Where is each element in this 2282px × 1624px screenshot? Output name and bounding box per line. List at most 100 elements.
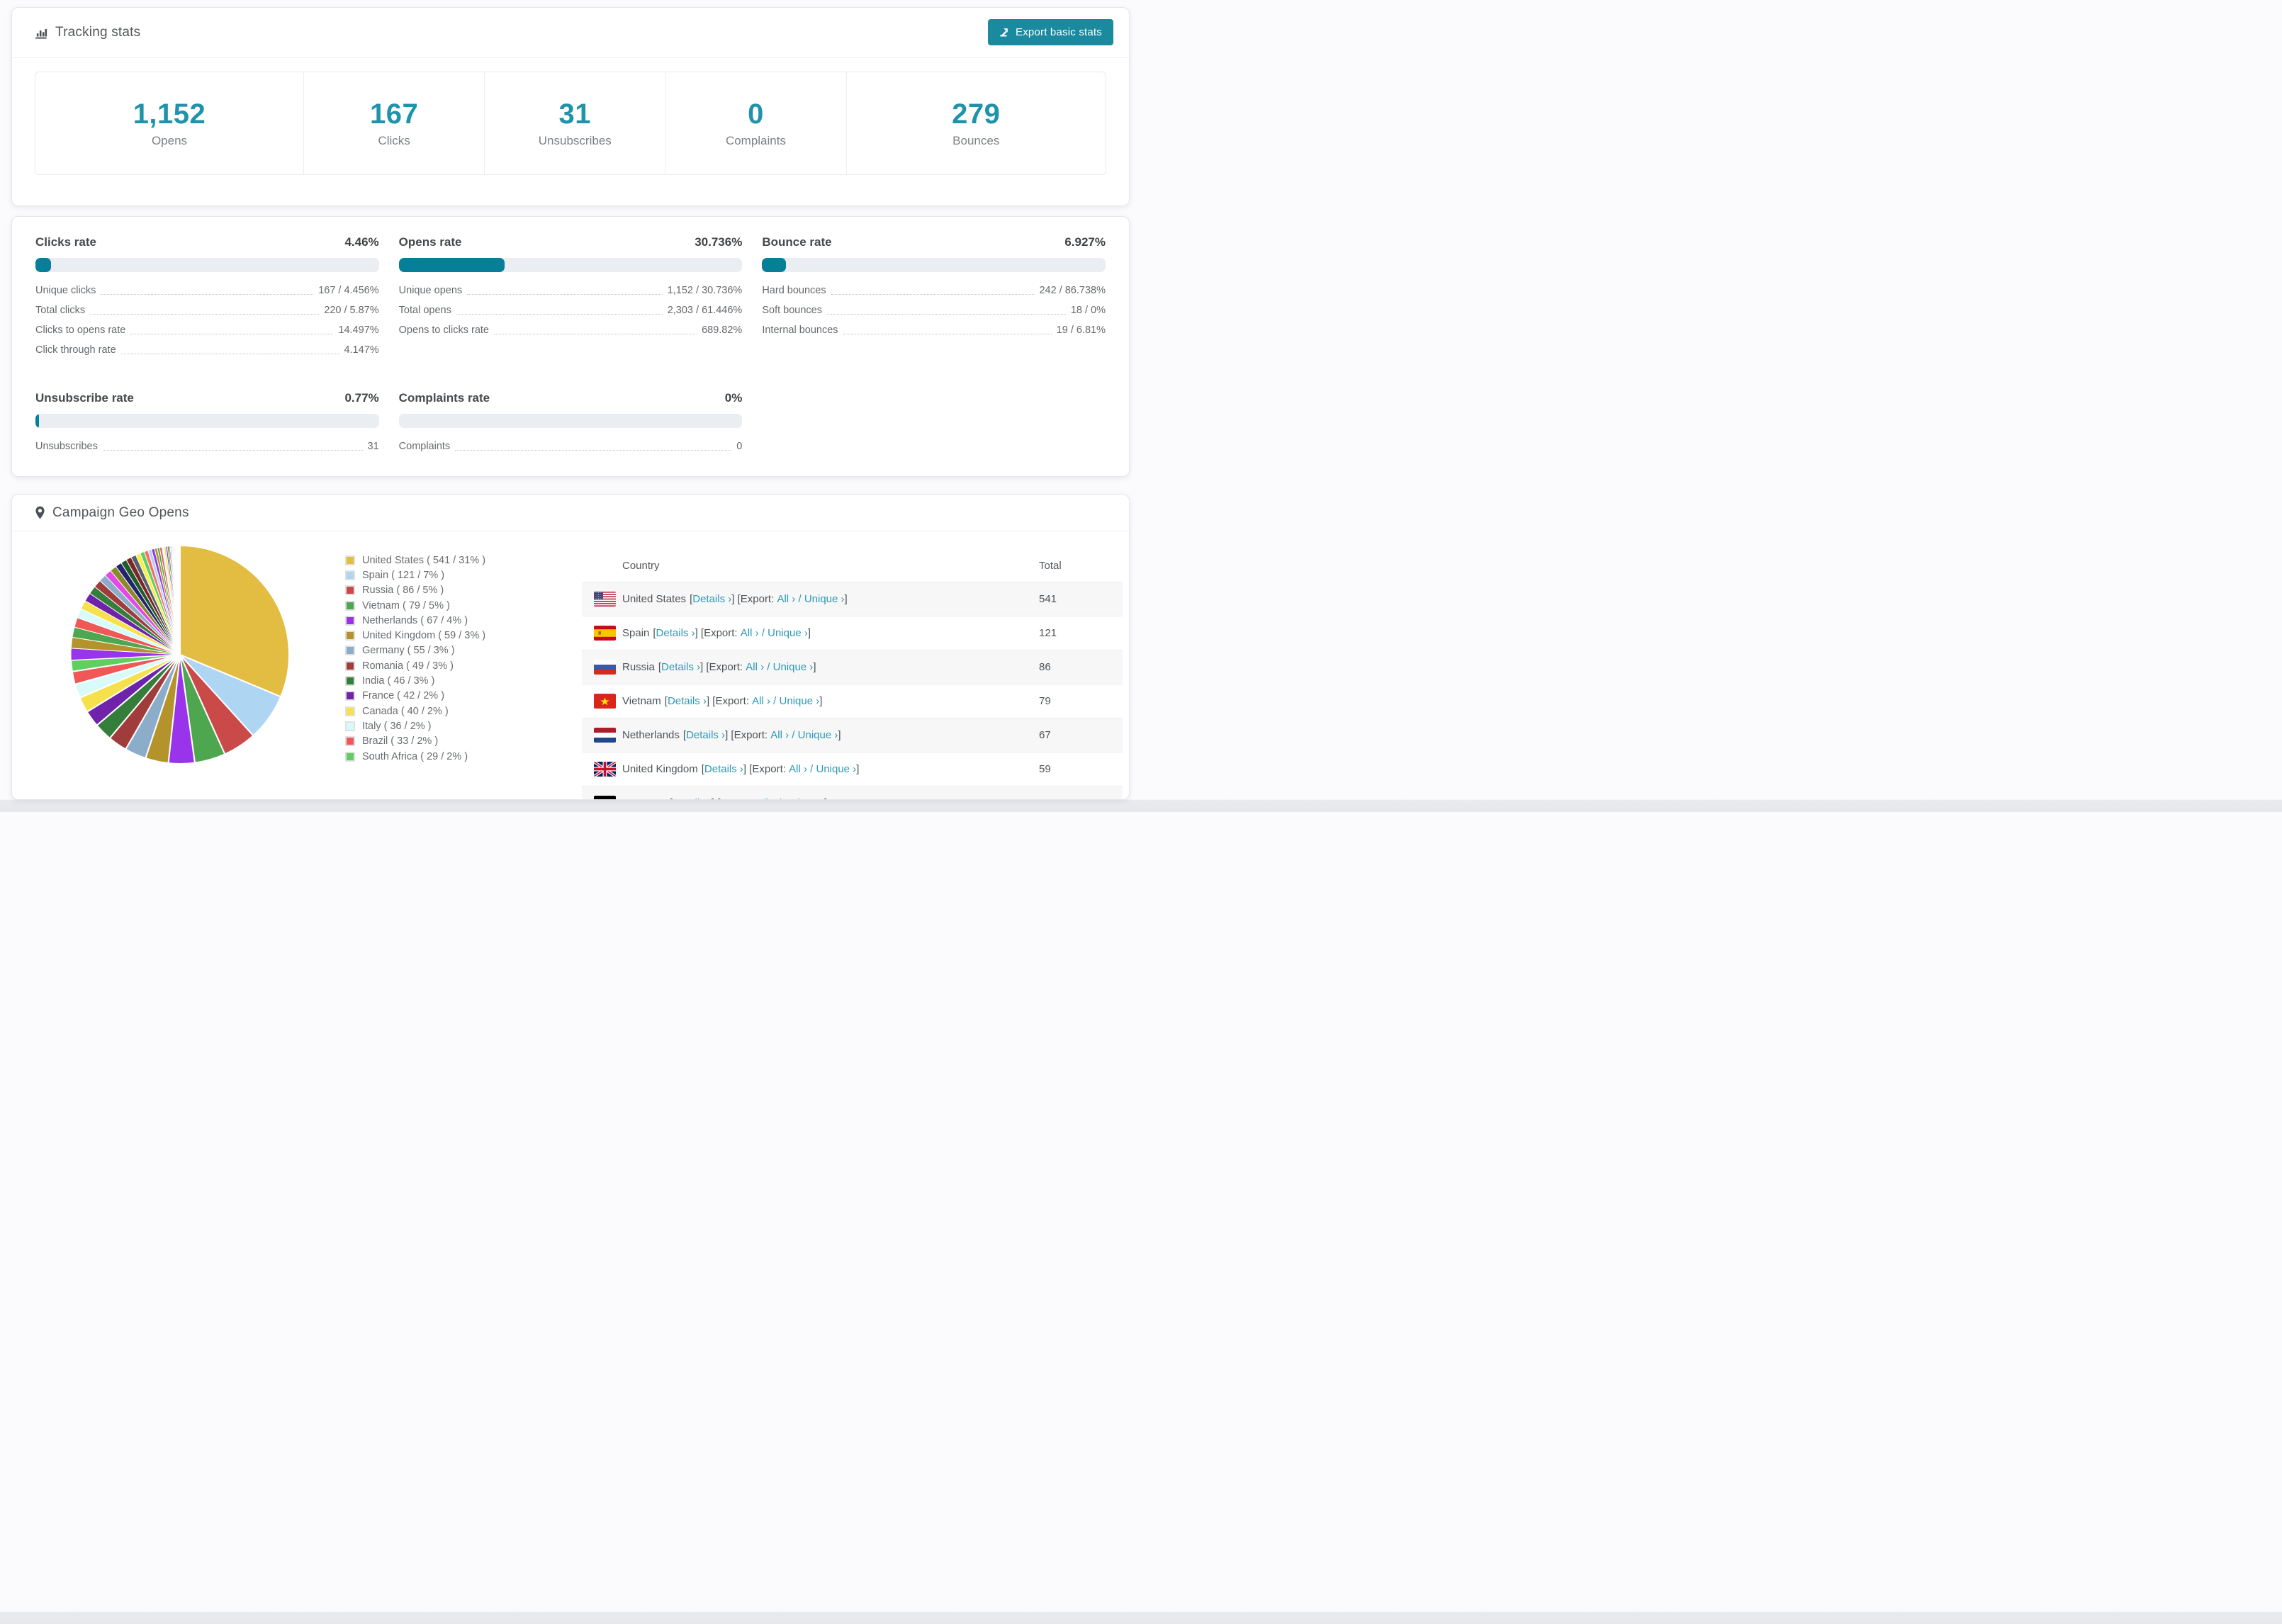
export-all-link[interactable]: All ›	[746, 661, 764, 673]
legend-label: Germany ( 55 / 3% )	[362, 645, 455, 657]
rate-detail-row: Complaints 0	[399, 436, 743, 456]
stat-value: 0	[748, 98, 764, 130]
legend-item: United Kingdom ( 59 / 3% )	[345, 628, 485, 643]
export-unique-link[interactable]: Unique ›	[773, 661, 814, 673]
complaints-rate-block: Complaints rate 0% Complaints 0	[398, 391, 743, 456]
export-all-link[interactable]: All ›	[777, 593, 795, 605]
export-all-link[interactable]: All ›	[752, 695, 770, 707]
detail-label: Unique opens	[398, 285, 463, 296]
legend-item: United States ( 541 / 31% )	[345, 553, 485, 568]
details-link[interactable]: Details ›	[686, 729, 725, 741]
stat-label: Unsubscribes	[538, 134, 612, 147]
dotted-leader	[102, 449, 363, 451]
detail-label: Unique clicks	[35, 285, 96, 296]
export-separator: /	[770, 695, 780, 707]
export-unique-link[interactable]: Unique ›	[784, 797, 824, 799]
legend-swatch	[345, 691, 355, 701]
legend-swatch	[345, 676, 355, 687]
rate-detail-row: Internal bounces 19 / 6.81%	[762, 320, 1106, 340]
dotted-leader	[826, 313, 1066, 315]
nl-flag-icon	[594, 728, 616, 743]
dotted-leader	[467, 293, 663, 295]
legend-item: Italy ( 36 / 2% )	[345, 718, 485, 733]
legend-label: United Kingdom ( 59 / 3% )	[362, 630, 486, 642]
detail-label: Complaints	[398, 441, 451, 452]
rate-title: Complaints rate	[398, 391, 490, 405]
clicks-rate-block: Clicks rate 4.46% Unique clicks 167 / 4.…	[35, 235, 379, 360]
detail-value: 4.147%	[344, 344, 379, 356]
rate-title: Unsubscribe rate	[35, 391, 134, 405]
geo-countries-table: Country Total United States[Details ›] […	[582, 550, 1123, 799]
detail-label: Clicks to opens rate	[35, 325, 126, 336]
gb-flag-icon	[594, 762, 616, 777]
export-basic-stats-button[interactable]: Export basic stats	[988, 19, 1113, 45]
export-unique-link[interactable]: Unique ›	[768, 627, 808, 639]
export-separator: /	[789, 729, 798, 741]
export-unique-link[interactable]: Unique ›	[798, 729, 838, 741]
legend-label: United States ( 541 / 31% )	[362, 554, 486, 566]
detail-value: 167 / 4.456%	[318, 285, 379, 296]
rate-title: Clicks rate	[35, 235, 96, 249]
map-pin-icon	[35, 506, 45, 519]
rate-detail-row: Unique opens 1,152 / 30.736%	[399, 281, 743, 300]
rate-detail-row: Click through rate 4.147%	[35, 340, 379, 360]
vn-flag-icon	[594, 694, 616, 709]
export-all-link[interactable]: All ›	[757, 797, 775, 799]
rate-progress-track	[762, 258, 1106, 272]
bar-chart-icon	[35, 26, 48, 40]
stat-value: 31	[558, 98, 592, 130]
rate-detail-row: Soft bounces 18 / 0%	[762, 300, 1106, 320]
details-link[interactable]: Details ›	[668, 695, 707, 707]
rate-progress-track	[398, 414, 743, 428]
export-all-link[interactable]: All ›	[770, 729, 789, 741]
country-row-es: Spain[Details ›] [Export: All › / Unique…	[582, 616, 1123, 650]
dotted-leader	[831, 293, 1035, 295]
export-unique-link[interactable]: Unique ›	[816, 763, 856, 775]
country-row-gb: United Kingdom[Details ›] [Export: All ›…	[582, 752, 1123, 786]
country-name: Germany	[622, 797, 666, 799]
details-link[interactable]: Details ›	[656, 627, 695, 639]
summary-stat-complaints: 0 Complaints	[665, 72, 847, 174]
rate-value: 30.736%	[695, 235, 743, 249]
detail-label: Total opens	[398, 305, 451, 316]
export-unique-link[interactable]: Unique ›	[780, 695, 820, 707]
legend-label: Romania ( 49 / 3% )	[362, 660, 454, 672]
pie-slice	[179, 545, 181, 655]
detail-label: Hard bounces	[762, 285, 826, 296]
legend-label: France ( 42 / 2% )	[362, 690, 445, 702]
legend-label: Italy ( 36 / 2% )	[362, 720, 432, 732]
dotted-leader	[101, 293, 314, 295]
legend-swatch	[345, 600, 355, 611]
details-link[interactable]: Details ›	[661, 661, 700, 673]
country-total: 121	[1039, 627, 1057, 639]
legend-label: India ( 46 / 3% )	[362, 675, 435, 687]
stat-label: Complaints	[725, 134, 786, 147]
export-all-link[interactable]: All ›	[789, 763, 807, 775]
es-flag-icon	[594, 626, 616, 641]
legend-swatch	[345, 660, 355, 671]
detail-value: 0	[736, 441, 743, 452]
dotted-leader	[90, 313, 320, 315]
detail-label: Soft bounces	[762, 305, 822, 316]
details-link[interactable]: Details ›	[704, 763, 743, 775]
detail-label: Opens to clicks rate	[398, 325, 489, 336]
legend-item: Romania ( 49 / 3% )	[345, 658, 485, 673]
export-separator: /	[775, 797, 785, 799]
table-header-row: Country Total	[582, 550, 1123, 582]
details-link[interactable]: Details ›	[673, 797, 712, 799]
export-separator: /	[764, 661, 773, 673]
export-unique-link[interactable]: Unique ›	[804, 593, 845, 605]
stat-value: 1,152	[133, 98, 206, 130]
summary-stat-clicks: 167 Clicks	[304, 72, 485, 174]
export-all-link[interactable]: All ›	[741, 627, 759, 639]
legend-label: Netherlands ( 67 / 4% )	[362, 614, 468, 626]
stat-label: Opens	[151, 134, 188, 147]
legend-swatch	[345, 570, 355, 580]
country-total: 79	[1039, 695, 1051, 707]
details-link[interactable]: Details ›	[692, 593, 731, 605]
legend-swatch	[345, 736, 355, 747]
legend-item: Canada ( 40 / 2% )	[345, 704, 485, 718]
legend-item: Vietnam ( 79 / 5% )	[345, 598, 485, 613]
country-total: 86	[1039, 661, 1051, 673]
export-icon	[999, 27, 1010, 38]
